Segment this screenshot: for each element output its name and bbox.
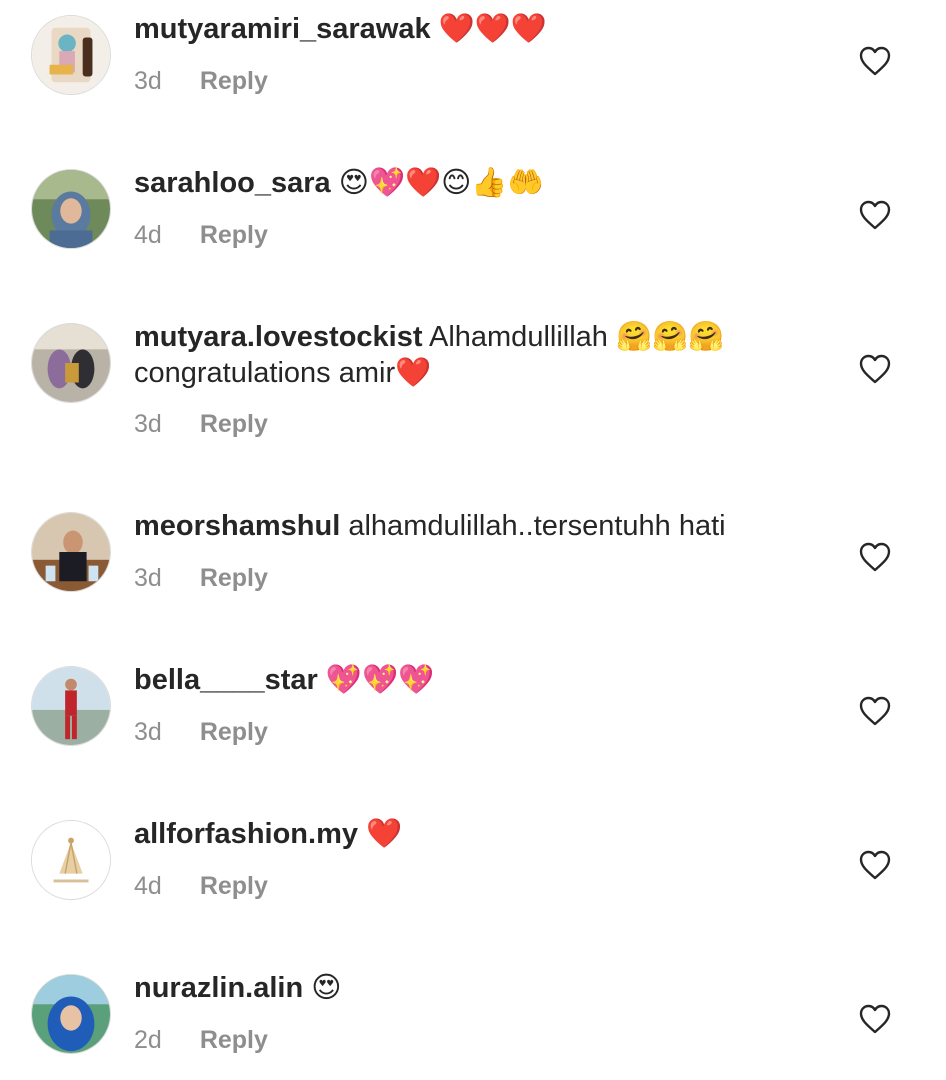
- like-button[interactable]: [858, 541, 892, 573]
- like-button[interactable]: [858, 695, 892, 727]
- comment-text-row: allforfashion.my ❤️: [134, 816, 824, 852]
- comment-meta: 3d Reply: [134, 409, 268, 439]
- avatar[interactable]: [31, 666, 111, 746]
- comment-username[interactable]: bella____star: [134, 664, 318, 696]
- comment-meta: 3d Reply: [134, 66, 268, 96]
- heart-outline-icon: [859, 850, 891, 880]
- comment-age: 3d: [134, 67, 162, 95]
- comment-age: 4d: [134, 872, 162, 900]
- comment-text-row: meorshamshul alhamdulillah..tersentuhh h…: [134, 508, 824, 544]
- like-button[interactable]: [858, 45, 892, 77]
- comment-text-row: sarahloo_sara 😍💖❤️😊👍🤲: [134, 165, 824, 201]
- heart-outline-icon: [859, 354, 891, 384]
- avatar[interactable]: [31, 169, 111, 249]
- reply-button[interactable]: Reply: [200, 221, 268, 249]
- comment-username[interactable]: allforfashion.my: [134, 818, 358, 850]
- comment-username[interactable]: meorshamshul: [134, 510, 340, 542]
- comment-text-row: nurazlin.alin 😍: [134, 970, 824, 1006]
- comment-username[interactable]: mutyara.lovestockist: [134, 321, 423, 353]
- comment-age: 4d: [134, 221, 162, 249]
- comment-text: 😍💖❤️😊👍🤲: [338, 167, 544, 199]
- comment-username[interactable]: mutyaramiri_sarawak: [134, 13, 431, 45]
- comment-text: alhamdulillah..tersentuhh hati: [348, 510, 726, 542]
- like-button[interactable]: [858, 1003, 892, 1035]
- heart-outline-icon: [859, 200, 891, 230]
- comment-age: 3d: [134, 718, 162, 746]
- avatar[interactable]: [31, 15, 111, 95]
- heart-outline-icon: [859, 1004, 891, 1034]
- comment-age: 3d: [134, 410, 162, 438]
- reply-button[interactable]: Reply: [200, 410, 268, 438]
- heart-outline-icon: [859, 46, 891, 76]
- comment-meta: 2d Reply: [134, 1025, 268, 1055]
- comment-text-row: mutyara.lovestockist Alhamdullillah 🤗🤗🤗 …: [134, 319, 824, 391]
- heart-outline-icon: [859, 542, 891, 572]
- reply-button[interactable]: Reply: [200, 1026, 268, 1054]
- comment-username[interactable]: sarahloo_sara: [134, 167, 331, 199]
- comment-text: 😍: [311, 972, 342, 1004]
- avatar[interactable]: [31, 512, 111, 592]
- avatar[interactable]: [31, 323, 111, 403]
- comment-age: 2d: [134, 1026, 162, 1054]
- avatar[interactable]: [31, 820, 111, 900]
- like-button[interactable]: [858, 849, 892, 881]
- comment-text-row: bella____star 💖💖💖: [134, 662, 824, 698]
- reply-button[interactable]: Reply: [200, 67, 268, 95]
- comment-text: 💖💖💖: [325, 664, 435, 696]
- reply-button[interactable]: Reply: [200, 718, 268, 746]
- comment-username[interactable]: nurazlin.alin: [134, 972, 303, 1004]
- avatar[interactable]: [31, 974, 111, 1054]
- comment-text: ❤️: [366, 818, 403, 850]
- comment-meta: 3d Reply: [134, 717, 268, 747]
- comment-meta: 4d Reply: [134, 220, 268, 250]
- comment-age: 3d: [134, 564, 162, 592]
- comment-meta: 4d Reply: [134, 871, 268, 901]
- like-button[interactable]: [858, 199, 892, 231]
- comment-text: ❤️❤️❤️: [438, 13, 548, 45]
- comment-meta: 3d Reply: [134, 563, 268, 593]
- comment-text-row: mutyaramiri_sarawak ❤️❤️❤️: [134, 11, 824, 47]
- reply-button[interactable]: Reply: [200, 872, 268, 900]
- reply-button[interactable]: Reply: [200, 564, 268, 592]
- like-button[interactable]: [858, 353, 892, 385]
- heart-outline-icon: [859, 696, 891, 726]
